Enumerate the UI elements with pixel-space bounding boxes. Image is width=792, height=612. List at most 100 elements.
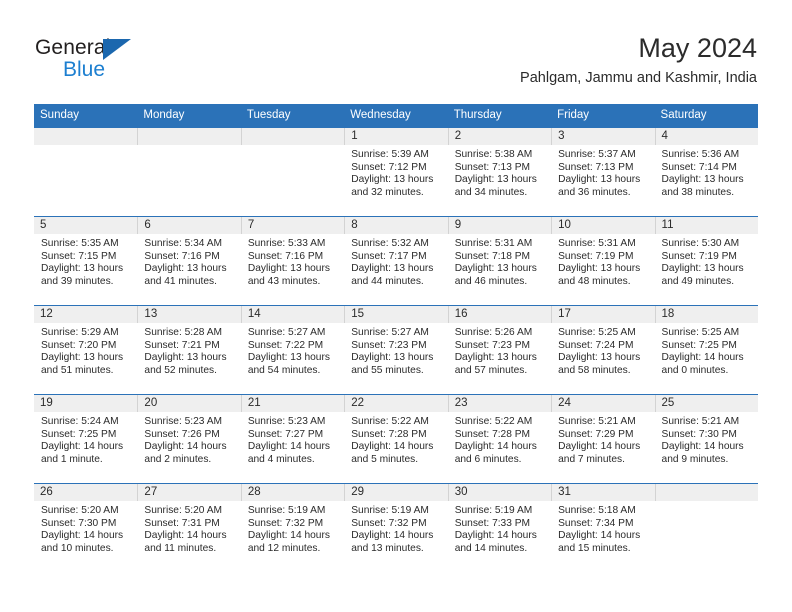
day-details: Sunrise: 5:27 AM Sunset: 7:23 PM Daylight:… xyxy=(344,323,447,378)
calendar-day-cell[interactable]: 13 Sunrise: 5:28 AM Sunset: 7:21 PM Dayligh… xyxy=(137,305,241,395)
day-daylight2-text: and 0 minutes. xyxy=(661,364,729,376)
day-number: 19 xyxy=(34,395,138,412)
day-daylight1-text: Daylight: 13 hours xyxy=(454,174,537,186)
day-details: Sunrise: 5:19 AM Sunset: 7:33 PM Daylight:… xyxy=(447,501,551,556)
day-daylight1-text: Daylight: 13 hours xyxy=(454,263,537,275)
calendar-day-cell[interactable]: 28 Sunrise: 5:19 AM Sunset: 7:32 PM Dayligh… xyxy=(240,483,345,572)
logo-text-general: General xyxy=(35,36,111,59)
day-daylight1-text: Daylight: 14 hours xyxy=(351,530,434,542)
calendar-day-cell[interactable]: 10 Sunrise: 5:31 AM Sunset: 7:19 PM Dayligh… xyxy=(551,216,655,306)
day-daylight1-text: Daylight: 14 hours xyxy=(144,441,227,453)
day-daylight1-text: Daylight: 14 hours xyxy=(454,441,537,453)
calendar-day-cell[interactable]: 7 Sunrise: 5:33 AM Sunset: 7:16 PM Daylight… xyxy=(240,216,345,306)
day-daylight2-text: and 46 minutes. xyxy=(454,275,528,287)
day-daylight1-text: Daylight: 13 hours xyxy=(351,174,434,186)
day-number: 18 xyxy=(654,306,758,323)
calendar-cell-empty xyxy=(654,483,758,572)
day-daylight1-text: Daylight: 13 hours xyxy=(558,263,641,275)
day-daylight2-text: and 51 minutes. xyxy=(41,364,114,376)
day-number: 27 xyxy=(137,484,241,501)
calendar-day-cell[interactable]: 20 Sunrise: 5:23 AM Sunset: 7:26 PM Dayligh… xyxy=(137,394,241,484)
calendar-day-cell[interactable]: 23 Sunrise: 5:22 AM Sunset: 7:28 PM Dayligh… xyxy=(447,394,552,484)
weekday-header-thursday: Thursday xyxy=(447,104,552,128)
day-details: Sunrise: 5:31 AM Sunset: 7:18 PM Daylight:… xyxy=(447,234,551,289)
calendar-day-cell[interactable]: 26 Sunrise: 5:20 AM Sunset: 7:30 PM Dayligh… xyxy=(34,483,138,572)
day-daylight2-text: and 57 minutes. xyxy=(454,364,528,376)
location-subtitle: Pahlgam, Jammu and Kashmir, India xyxy=(520,70,757,86)
calendar-day-cell[interactable]: 31 Sunrise: 5:18 AM Sunset: 7:34 PM Dayligh… xyxy=(551,483,655,572)
day-number: 30 xyxy=(447,484,552,501)
day-daylight2-text: and 5 minutes. xyxy=(351,453,419,465)
day-sunrise-text: Sunrise: 5:30 AM xyxy=(661,238,740,249)
day-daylight2-text: and 54 minutes. xyxy=(247,364,321,376)
weekday-header-tuesday: Tuesday xyxy=(240,104,345,128)
calendar-day-cell[interactable]: 15 Sunrise: 5:27 AM Sunset: 7:23 PM Dayligh… xyxy=(344,305,448,395)
day-sunset-text: Sunset: 7:13 PM xyxy=(558,161,634,173)
calendar-day-cell[interactable]: 8 Sunrise: 5:32 AM Sunset: 7:17 PM Daylight… xyxy=(344,216,448,306)
day-daylight2-text: and 43 minutes. xyxy=(247,275,321,287)
day-details: Sunrise: 5:39 AM Sunset: 7:12 PM Daylight:… xyxy=(344,145,447,200)
day-sunset-text: Sunset: 7:25 PM xyxy=(41,428,117,440)
day-sunrise-text: Sunrise: 5:26 AM xyxy=(454,327,533,338)
day-sunrise-text: Sunrise: 5:33 AM xyxy=(247,238,326,249)
calendar-day-cell[interactable]: 17 Sunrise: 5:25 AM Sunset: 7:24 PM Dayligh… xyxy=(551,305,655,395)
day-sunrise-text: Sunrise: 5:22 AM xyxy=(351,416,429,427)
day-sunset-text: Sunset: 7:30 PM xyxy=(661,428,737,440)
day-daylight2-text: and 41 minutes. xyxy=(144,275,217,287)
day-sunrise-text: Sunrise: 5:39 AM xyxy=(351,149,429,160)
day-details: Sunrise: 5:28 AM Sunset: 7:21 PM Daylight:… xyxy=(137,323,240,378)
calendar-table: Sunday Monday Tuesday Wednesday Thursday Frid… xyxy=(34,104,758,572)
day-details: Sunrise: 5:31 AM Sunset: 7:19 PM Daylight:… xyxy=(551,234,654,289)
day-number: 28 xyxy=(240,484,345,501)
day-sunrise-text: Sunrise: 5:27 AM xyxy=(247,327,326,338)
calendar-day-cell[interactable]: 22 Sunrise: 5:22 AM Sunset: 7:28 PM Dayligh… xyxy=(344,394,448,484)
calendar-day-cell[interactable]: 16 Sunrise: 5:26 AM Sunset: 7:23 PM Dayligh… xyxy=(447,305,552,395)
day-sunset-text: Sunset: 7:31 PM xyxy=(144,517,220,529)
day-sunrise-text: Sunrise: 5:32 AM xyxy=(351,238,429,249)
day-daylight1-text: Daylight: 13 hours xyxy=(661,174,744,186)
calendar-day-cell[interactable]: 4 Sunrise: 5:36 AM Sunset: 7:14 PM Daylight… xyxy=(654,128,758,217)
calendar-day-cell[interactable]: 5 Sunrise: 5:35 AM Sunset: 7:15 PM Daylight… xyxy=(34,216,138,306)
day-daylight1-text: Daylight: 13 hours xyxy=(558,352,641,364)
day-sunset-text: Sunset: 7:16 PM xyxy=(144,250,220,262)
day-sunset-text: Sunset: 7:26 PM xyxy=(144,428,220,440)
day-sunrise-text: Sunrise: 5:25 AM xyxy=(661,327,740,338)
calendar-day-cell[interactable]: 1 Sunrise: 5:39 AM Sunset: 7:12 PM Daylight… xyxy=(344,128,448,217)
calendar-day-cell[interactable]: 6 Sunrise: 5:34 AM Sunset: 7:16 PM Daylight… xyxy=(137,216,241,306)
day-daylight2-text: and 6 minutes. xyxy=(454,453,522,465)
calendar-day-cell[interactable]: 24 Sunrise: 5:21 AM Sunset: 7:29 PM Dayligh… xyxy=(551,394,655,484)
day-number: 10 xyxy=(551,217,655,234)
calendar-day-cell[interactable]: 27 Sunrise: 5:20 AM Sunset: 7:31 PM Dayligh… xyxy=(137,483,241,572)
page-title: May 2024 xyxy=(638,33,757,63)
day-details: Sunrise: 5:21 AM Sunset: 7:30 PM Daylight:… xyxy=(654,412,758,467)
weekday-header-monday: Monday xyxy=(137,104,241,128)
calendar-header-row: Sunday Monday Tuesday Wednesday Thursday Frid… xyxy=(34,104,758,128)
calendar-day-cell[interactable]: 21 Sunrise: 5:23 AM Sunset: 7:27 PM Dayligh… xyxy=(240,394,345,484)
day-number: 13 xyxy=(137,306,241,323)
day-sunrise-text: Sunrise: 5:29 AM xyxy=(41,327,119,338)
calendar-day-cell[interactable]: 19 Sunrise: 5:24 AM Sunset: 7:25 PM Dayligh… xyxy=(34,394,138,484)
day-sunrise-text: Sunrise: 5:31 AM xyxy=(454,238,533,249)
calendar-day-cell[interactable]: 3 Sunrise: 5:37 AM Sunset: 7:13 PM Daylight… xyxy=(551,128,655,217)
calendar-day-cell[interactable]: 12 Sunrise: 5:29 AM Sunset: 7:20 PM Dayligh… xyxy=(34,305,138,395)
day-number: 29 xyxy=(344,484,448,501)
calendar-day-cell[interactable]: 18 Sunrise: 5:25 AM Sunset: 7:25 PM Dayligh… xyxy=(654,305,758,395)
calendar-day-cell[interactable]: 9 Sunrise: 5:31 AM Sunset: 7:18 PM Daylight… xyxy=(447,216,552,306)
day-daylight2-text: and 58 minutes. xyxy=(558,364,631,376)
calendar-day-cell[interactable]: 2 Sunrise: 5:38 AM Sunset: 7:13 PM Daylight… xyxy=(447,128,552,217)
day-number: 31 xyxy=(551,484,655,501)
calendar-day-cell[interactable]: 29 Sunrise: 5:19 AM Sunset: 7:32 PM Dayligh… xyxy=(344,483,448,572)
day-daylight2-text: and 36 minutes. xyxy=(558,186,631,198)
calendar-day-cell[interactable]: 30 Sunrise: 5:19 AM Sunset: 7:33 PM Dayligh… xyxy=(447,483,552,572)
day-details: Sunrise: 5:23 AM Sunset: 7:27 PM Daylight:… xyxy=(240,412,344,467)
day-details: Sunrise: 5:36 AM Sunset: 7:14 PM Daylight:… xyxy=(654,145,758,200)
day-daylight2-text: and 10 minutes. xyxy=(41,542,114,554)
weekday-header-wednesday: Wednesday xyxy=(344,104,448,128)
calendar-day-cell[interactable]: 14 Sunrise: 5:27 AM Sunset: 7:22 PM Dayligh… xyxy=(240,305,345,395)
calendar-day-cell[interactable]: 25 Sunrise: 5:21 AM Sunset: 7:30 PM Dayligh… xyxy=(654,394,758,484)
day-details: Sunrise: 5:38 AM Sunset: 7:13 PM Daylight:… xyxy=(447,145,551,200)
day-details: Sunrise: 5:25 AM Sunset: 7:25 PM Daylight:… xyxy=(654,323,758,378)
day-number: 24 xyxy=(551,395,655,412)
calendar-day-cell[interactable]: 11 Sunrise: 5:30 AM Sunset: 7:19 PM Dayligh… xyxy=(654,216,758,306)
day-daylight1-text: Daylight: 14 hours xyxy=(454,530,537,542)
